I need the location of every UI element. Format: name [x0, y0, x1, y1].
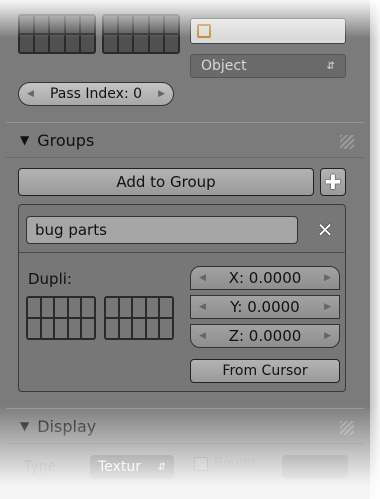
z-value: Z: 0.0000 [228, 327, 302, 345]
add-group-plus-button[interactable]: ✚ [320, 168, 346, 196]
groups-title: Groups [37, 130, 95, 150]
bounds-label: Bound [214, 456, 256, 471]
increment-arrow-icon[interactable]: ▶ [324, 273, 331, 283]
add-to-group-button[interactable]: Add to Group [18, 168, 314, 196]
increment-arrow-icon[interactable]: ▶ [158, 89, 165, 99]
from-cursor-button[interactable]: From Cursor [190, 359, 340, 383]
group-divider [18, 252, 346, 253]
increment-arrow-icon[interactable]: ▶ [324, 302, 331, 312]
add-to-group-label: Add to Group [116, 173, 216, 191]
remove-group-button[interactable]: ✕ [314, 218, 336, 242]
display-title: Display [37, 416, 97, 436]
display-type-select[interactable]: Textur ⇵ [90, 455, 174, 479]
dupli-layers-grid-left[interactable] [26, 296, 96, 340]
dupli-offset-x-field[interactable]: ◀ X: 0.0000 ▶ [190, 266, 340, 290]
pass-index-field[interactable]: ◀ Pass Index: 0 ▶ [18, 82, 174, 106]
dupli-offset-y-field[interactable]: ◀ Y: 0.0000 ▶ [190, 295, 340, 319]
display-type-label: Type [24, 459, 57, 475]
parent-field[interactable] [190, 18, 346, 44]
updown-icon: ⇵ [157, 461, 166, 473]
drag-handle-icon[interactable] [340, 135, 354, 149]
collapse-triangle-icon: ▼ [20, 419, 30, 433]
updown-icon: ⇵ [326, 60, 335, 72]
parent-type-value: Object [201, 58, 247, 74]
group-name-value: bug parts [35, 221, 107, 239]
x-value: X: 0.0000 [228, 269, 302, 287]
increment-arrow-icon[interactable]: ▶ [324, 331, 331, 341]
display-section-header[interactable]: ▼ Display [6, 408, 364, 444]
layers-grid-right[interactable] [102, 14, 180, 54]
decrement-arrow-icon[interactable]: ◀ [199, 273, 206, 283]
plus-icon: ✚ [324, 170, 342, 194]
bounds-toggle[interactable]: Bound [194, 456, 256, 471]
close-icon: ✕ [316, 218, 334, 242]
bounds-checkbox[interactable] [194, 456, 208, 471]
layers-grid-left[interactable] [18, 14, 96, 54]
display-type-value: Textur [98, 459, 141, 475]
dupli-offset-z-field[interactable]: ◀ Z: 0.0000 ▶ [190, 324, 340, 348]
group-name-field[interactable]: bug parts [26, 216, 298, 244]
object-icon [197, 24, 211, 38]
bounds-type-select[interactable] [282, 455, 348, 479]
drag-handle-icon[interactable] [340, 421, 354, 435]
decrement-arrow-icon[interactable]: ◀ [199, 302, 206, 312]
properties-panel: Object ⇵ ◀ Pass Index: 0 ▶ ▼ Groups Add … [0, 0, 370, 499]
pass-index-label: Pass Index: 0 [49, 86, 143, 102]
decrement-arrow-icon[interactable]: ◀ [199, 331, 206, 341]
dupli-layers-grid-right[interactable] [104, 296, 174, 340]
decrement-arrow-icon[interactable]: ◀ [27, 89, 34, 99]
collapse-triangle-icon: ▼ [20, 133, 30, 147]
dupli-label: Dupli: [28, 270, 72, 288]
from-cursor-label: From Cursor [222, 363, 308, 379]
y-value: Y: 0.0000 [230, 298, 300, 316]
parent-type-select[interactable]: Object ⇵ [190, 54, 346, 78]
groups-section-header[interactable]: ▼ Groups [6, 122, 364, 158]
